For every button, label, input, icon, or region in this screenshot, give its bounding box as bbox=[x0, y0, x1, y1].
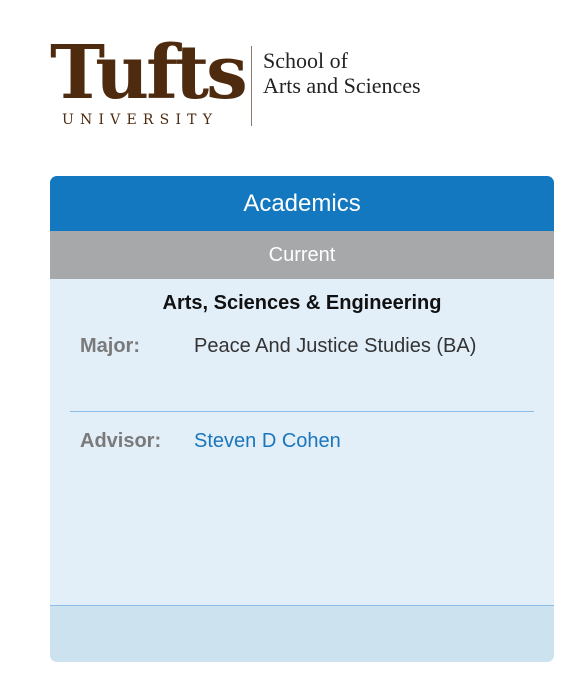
logo-university-text: UNIVERSITY bbox=[62, 112, 219, 128]
logo-school-line2: Arts and Sciences bbox=[263, 73, 421, 98]
panel-footer bbox=[50, 605, 554, 662]
school-name: Arts, Sciences & Engineering bbox=[162, 292, 442, 314]
panel-body: Arts, Sciences & Engineering Major: Peac… bbox=[50, 279, 554, 605]
advisor-link[interactable]: Steven D Cohen bbox=[194, 429, 514, 454]
panel-subtitle: Current bbox=[50, 231, 554, 279]
divider bbox=[70, 411, 534, 412]
academics-panel: Academics Current Arts, Sciences & Engin… bbox=[50, 176, 554, 662]
major-value: Peace And Justice Studies (BA) bbox=[194, 335, 477, 357]
logo-wordmark: Tufts bbox=[50, 30, 248, 116]
major-label: Major: bbox=[80, 335, 140, 357]
logo-divider bbox=[251, 46, 252, 126]
logo-school-name: School of Arts and Sciences bbox=[263, 48, 421, 98]
logo-school-line1: School of bbox=[263, 48, 348, 73]
advisor-label: Advisor: bbox=[80, 430, 162, 452]
tufts-logo: Tufts UNIVERSITY School of Arts and Scie… bbox=[50, 36, 470, 132]
panel-title: Academics bbox=[50, 176, 554, 231]
